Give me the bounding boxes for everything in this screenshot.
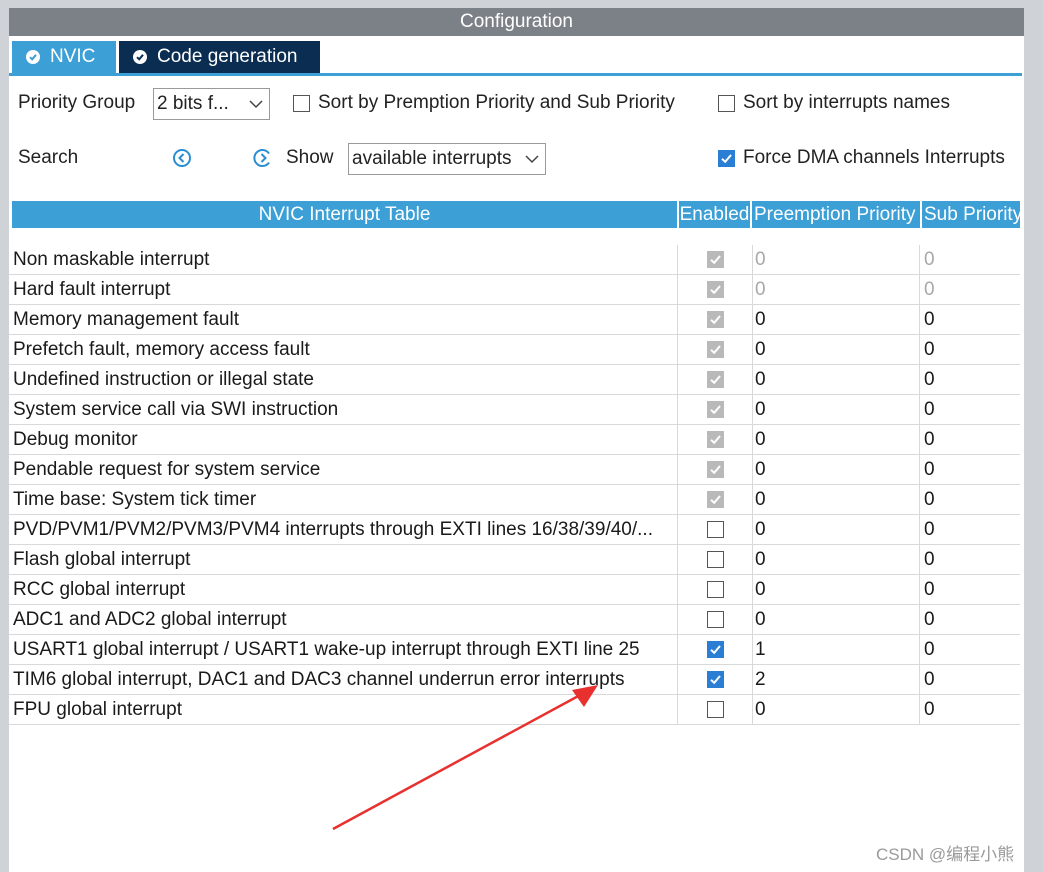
configuration-window: Configuration NVIC Code generation Prior… (0, 0, 1043, 872)
watermark: CSDN @编程小熊 (876, 845, 1015, 864)
annotation-arrow (332, 685, 598, 831)
